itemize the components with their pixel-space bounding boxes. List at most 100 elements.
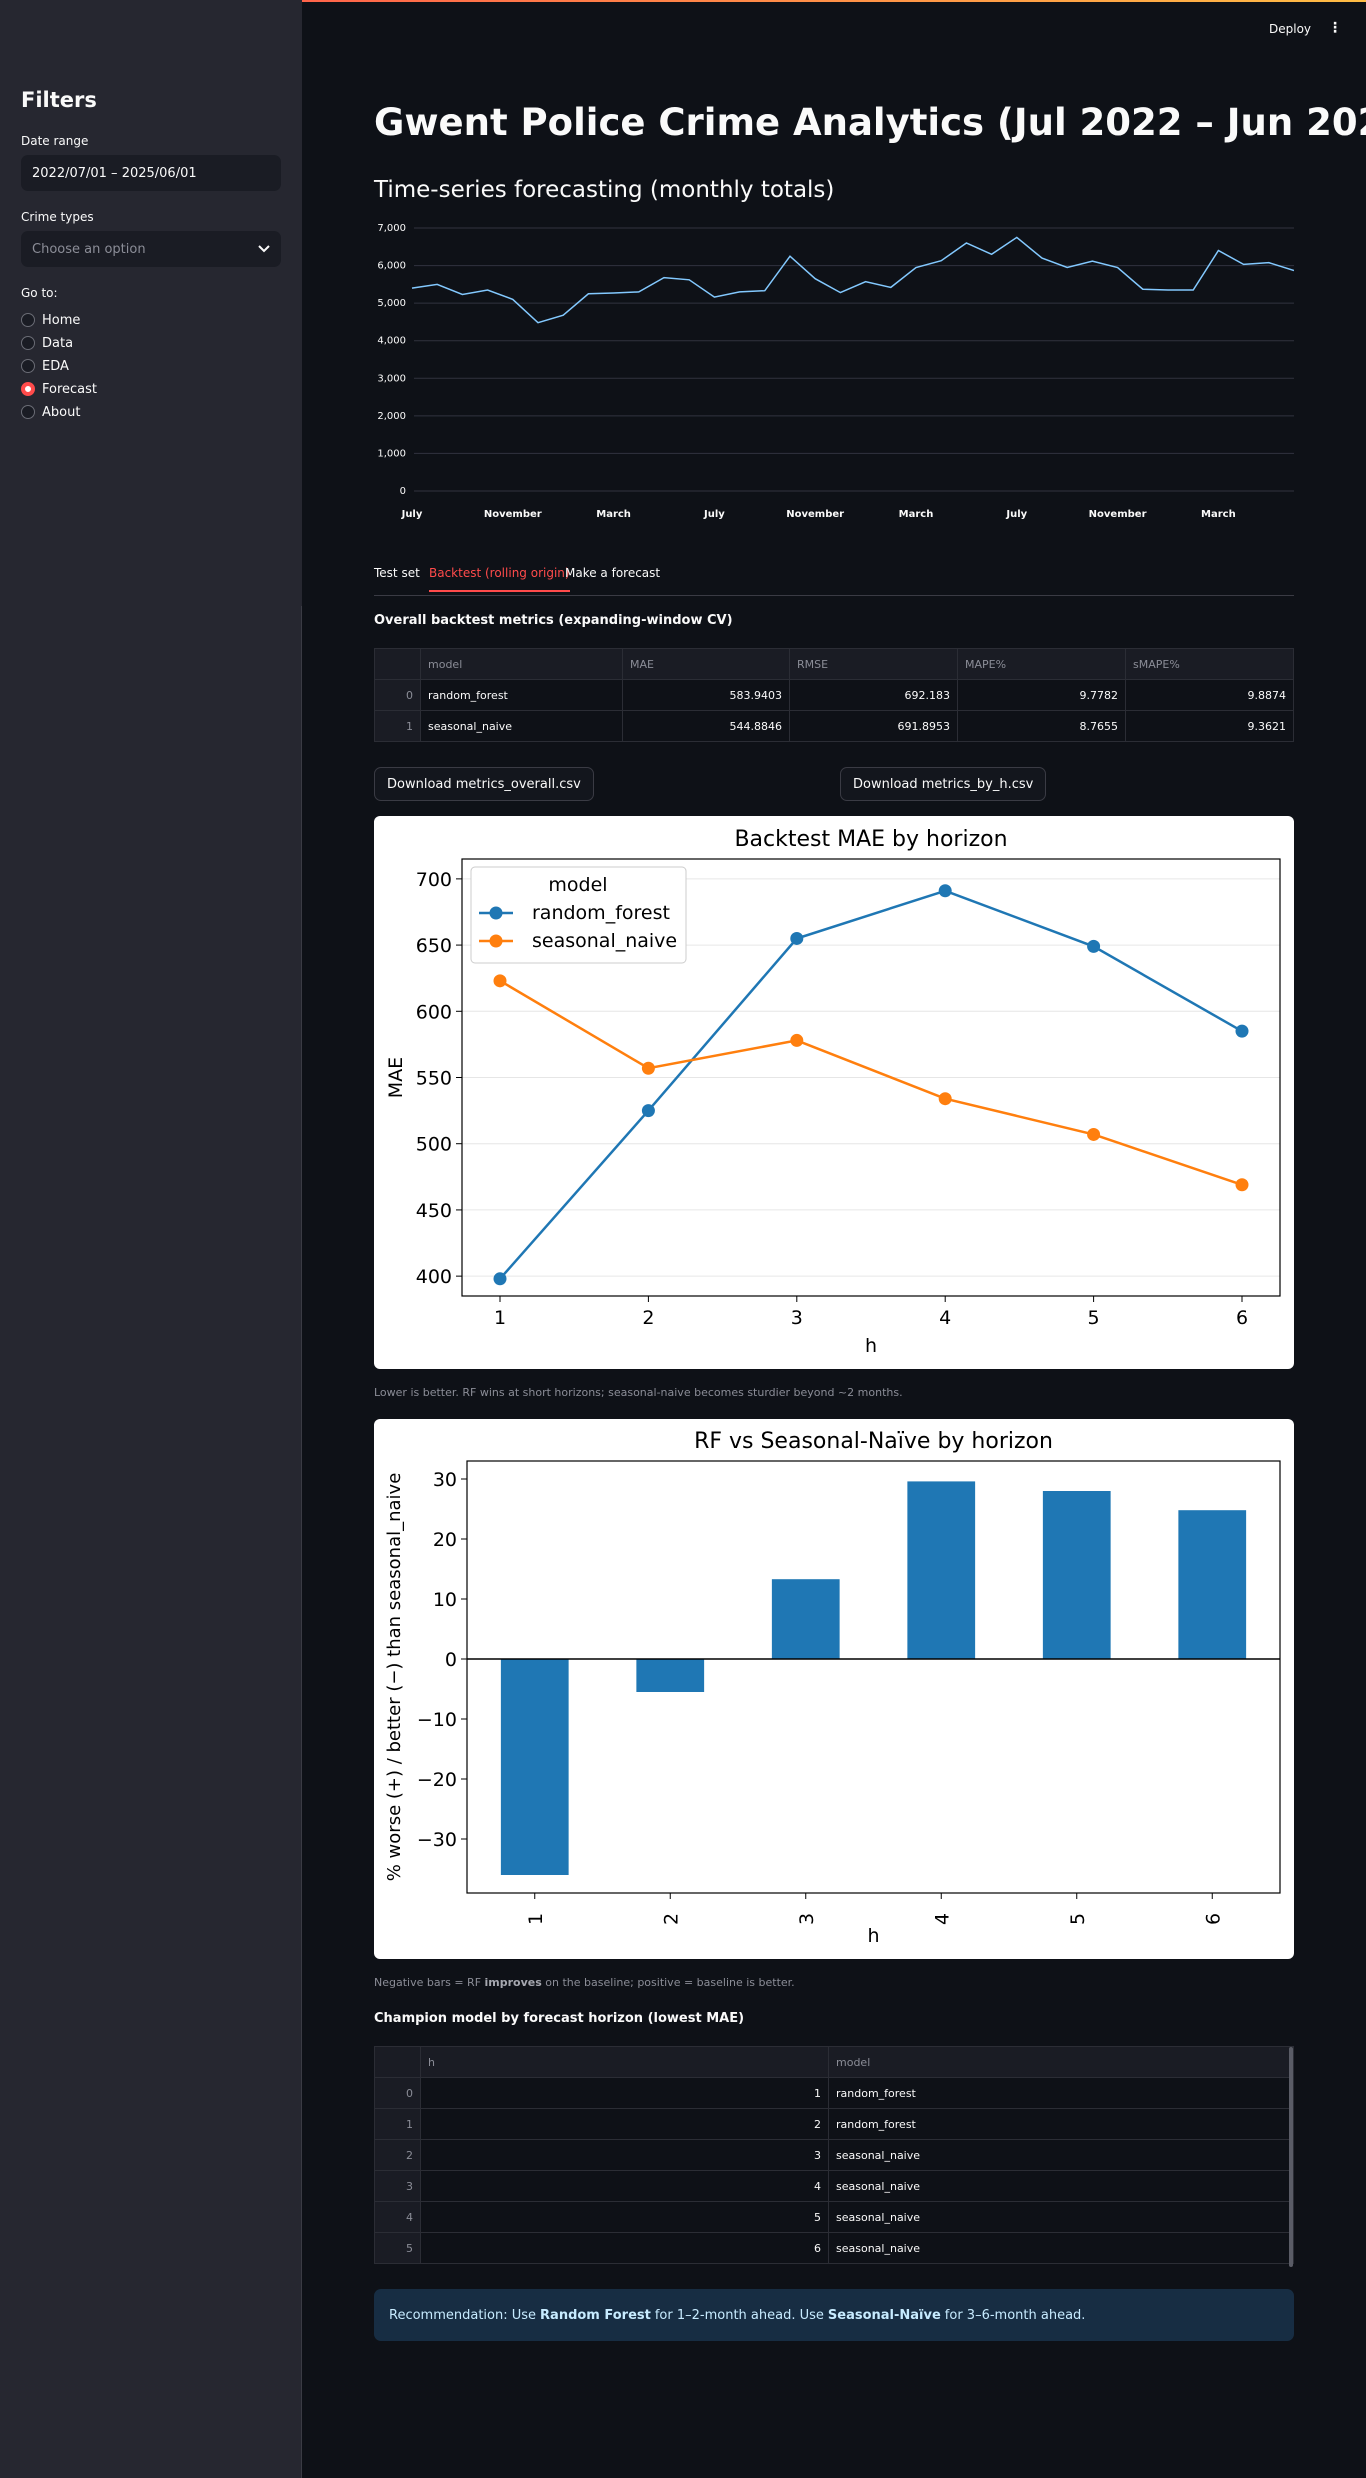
x-tick-label: July <box>1005 509 1027 520</box>
bar <box>907 1481 976 1659</box>
x-tick-label: 4 <box>939 1307 951 1329</box>
cell-rmse: 691.8953 <box>789 710 958 742</box>
table-row: 2 3 seasonal_naive <box>374 2139 1294 2171</box>
cell-model: seasonal_naive <box>828 2232 1294 2264</box>
column-header: h <box>420 2046 829 2078</box>
cell-model: seasonal_naive <box>828 2139 1294 2171</box>
download-overall-button[interactable]: Download metrics_overall.csv <box>374 767 594 801</box>
y-tick-label: 0 <box>445 1649 457 1671</box>
crime-types-label: Crime types <box>21 210 94 224</box>
nav-radio-eda[interactable]: EDA <box>21 357 69 375</box>
column-header: model <box>420 648 623 680</box>
nav-label-home: Home <box>42 312 81 328</box>
crime-types-select[interactable]: Choose an option <box>21 231 281 267</box>
cell-rmse: 692.183 <box>789 679 958 711</box>
reco-text: Recommendation: Use <box>389 2307 537 2323</box>
section-subtitle: Time-series forecasting (monthly totals) <box>374 177 835 203</box>
data-point <box>938 884 952 898</box>
data-point <box>938 1092 952 1106</box>
y-tick-label: −20 <box>417 1769 457 1791</box>
cell-mae: 583.9403 <box>622 679 790 711</box>
table-header-row: h model <box>374 2046 1294 2078</box>
y-axis-label: MAE <box>385 1057 407 1098</box>
page-title: Gwent Police Crime Analytics (Jul 2022 –… <box>374 101 1366 144</box>
data-point <box>1235 1178 1249 1192</box>
table-row: 4 5 seasonal_naive <box>374 2201 1294 2233</box>
kebab-menu-icon[interactable]: ⋮ <box>1328 20 1342 36</box>
x-tick-label: 6 <box>1236 1307 1248 1329</box>
y-tick-label: 0 <box>400 486 406 497</box>
table-header-row: model MAE RMSE MAPE% sMAPE% <box>374 648 1294 680</box>
nav-radio-forecast[interactable]: Forecast <box>21 380 97 398</box>
mae-by-horizon-chart: Backtest MAE by horizon40045050055060065… <box>385 827 1281 1357</box>
legend-label: seasonal_naive <box>532 930 677 952</box>
bar-caption: Negative bars = RF improves on the basel… <box>374 1976 795 1989</box>
sidebar: Filters Date range 2022/07/01 – 2025/06/… <box>0 0 302 606</box>
table-row: 0 random_forest 583.9403 692.183 9.7782 … <box>374 679 1294 711</box>
column-header: model <box>828 2046 1294 2078</box>
goto-label: Go to: <box>21 286 58 300</box>
tab-test-set[interactable]: Test set <box>374 566 420 580</box>
y-tick-label: 3,000 <box>377 373 406 384</box>
monthly-totals-chart: 0 1,000 2,000 3,000 4,000 5,000 6,000 7,000 July… <box>377 223 1294 520</box>
data-point <box>790 1033 804 1047</box>
nav-radio-about[interactable]: About <box>21 403 80 421</box>
nav-radio-home[interactable]: Home <box>21 311 80 329</box>
cell-h: 3 <box>420 2139 829 2171</box>
y-tick-label: 30 <box>433 1469 457 1491</box>
x-tick-label: 3 <box>791 1307 803 1329</box>
index-header <box>374 2046 421 2078</box>
x-tick-label: July <box>401 509 423 520</box>
data-point <box>1235 1024 1249 1038</box>
champion-heading: Champion model by forecast horizon (lowe… <box>374 2011 745 2026</box>
y-tick-label: 20 <box>433 1529 457 1551</box>
sidebar-title: Filters <box>21 88 97 112</box>
tab-make-forecast[interactable]: Make a forecast <box>565 566 660 580</box>
x-tick-label: 6 <box>1202 1913 1224 1925</box>
tab-bar: Test set Backtest (rolling origin) Make … <box>374 566 1294 596</box>
rf-vs-sn-bar-chart: RF vs Seasonal-Naïve by horizon −30 −20 −10… <box>384 1429 1281 1947</box>
row-index: 4 <box>374 2201 421 2233</box>
cell-h: 2 <box>420 2108 829 2140</box>
cell-model: random_forest <box>420 679 623 711</box>
cell-h: 4 <box>420 2170 829 2202</box>
nav-radio-data[interactable]: Data <box>21 334 73 352</box>
recommendation-alert: Recommendation: Use Random Forest for 1–… <box>374 2289 1294 2341</box>
radio-icon <box>21 405 35 419</box>
deploy-button[interactable]: Deploy <box>1269 22 1311 36</box>
y-tick-label: −10 <box>417 1709 457 1731</box>
x-tick-label: 5 <box>1088 1307 1100 1329</box>
metrics-table: model MAE RMSE MAPE% sMAPE% 0 random_for… <box>374 648 1294 742</box>
sidebar-extension <box>0 606 302 2478</box>
table-scrollbar[interactable] <box>1289 2047 1293 2267</box>
radio-selected-icon <box>21 382 35 396</box>
cell-h: 6 <box>420 2232 829 2264</box>
plot-frame <box>466 1460 1281 1894</box>
reco-text: for 1–2-month ahead. Use <box>654 2307 824 2323</box>
row-index: 5 <box>374 2232 421 2264</box>
table-row: 1 2 random_forest <box>374 2108 1294 2140</box>
radio-icon <box>21 313 35 327</box>
y-tick-label: 2,000 <box>377 411 406 422</box>
tab-backtest[interactable]: Backtest (rolling origin) <box>429 566 570 592</box>
mae-figure: Backtest MAE by horizon 400 450 500 550 600 65… <box>374 816 1294 1369</box>
table-row: 0 1 random_forest <box>374 2077 1294 2109</box>
y-tick-label: 600 <box>416 1001 452 1023</box>
bar <box>500 1659 569 1875</box>
legend-marker <box>489 906 503 920</box>
radio-icon <box>21 336 35 350</box>
x-axis-label: h <box>865 1335 877 1357</box>
caption-text: on the baseline; positive = baseline is … <box>541 1976 795 1989</box>
date-range-input[interactable]: 2022/07/01 – 2025/06/01 <box>21 155 281 191</box>
caption-text: Negative bars = RF <box>374 1976 485 1989</box>
cell-mae: 544.8846 <box>622 710 790 742</box>
legend-title: model <box>548 874 607 896</box>
x-tick-label: 1 <box>494 1307 506 1329</box>
y-tick-label: 5,000 <box>377 298 406 309</box>
metrics-heading: Overall backtest metrics (expanding-wind… <box>374 613 733 628</box>
table-row: 1 seasonal_naive 544.8846 691.8953 8.765… <box>374 710 1294 742</box>
cell-h: 5 <box>420 2201 829 2233</box>
download-by-h-button[interactable]: Download metrics_by_h.csv <box>840 767 1047 801</box>
x-tick-label: July <box>703 509 725 520</box>
rf-vs-sn-figure: RF vs Seasonal-Naïve by horizon −30 −20 −10… <box>374 1419 1294 1959</box>
